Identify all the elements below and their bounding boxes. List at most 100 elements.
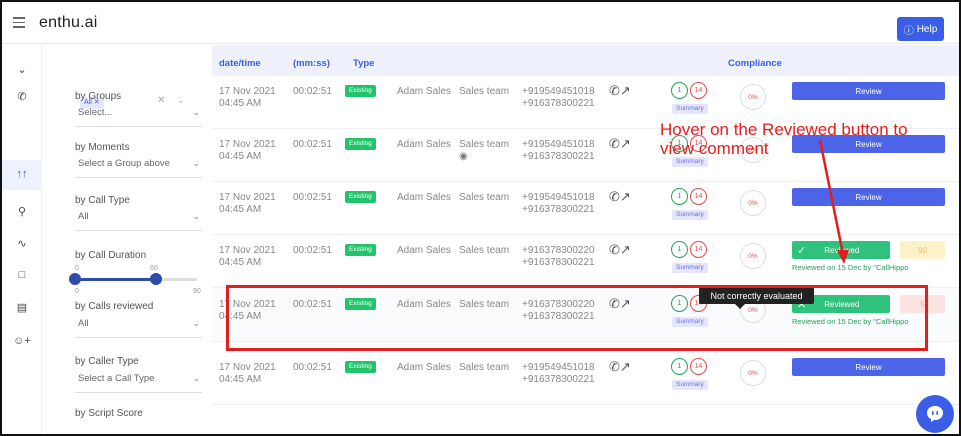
- groups-select-value: Select...: [78, 107, 113, 118]
- outgoing-call-icon[interactable]: ✆↗: [609, 83, 631, 99]
- phone-icon[interactable]: ✆: [2, 90, 42, 103]
- table-row[interactable]: 17 Nov 2021 04:45 AM 00:02:51 Existing A…: [212, 235, 959, 288]
- call-duration: 00:02:51: [293, 245, 332, 256]
- calls-reviewed-label: by Calls reviewed: [75, 301, 154, 312]
- calls-reviewed-select[interactable]: All ⌄: [75, 312, 202, 338]
- brand-logo: enthu.ai: [39, 14, 98, 31]
- agent-name: Adam Sales: [397, 245, 451, 256]
- status-badge: Existing: [345, 138, 376, 150]
- agent-name: Adam Sales: [397, 362, 451, 373]
- duration-tick-mid: 60: [150, 265, 158, 272]
- table-row[interactable]: 17 Nov 2021 04:45 AM 00:02:51 Existing A…: [212, 182, 959, 235]
- reviewed-button-label: Reviewed: [824, 245, 860, 255]
- caller-type-label: by Caller Type: [75, 356, 139, 367]
- summary-link[interactable]: Summary: [672, 380, 708, 390]
- summary-link[interactable]: Summary: [672, 104, 708, 114]
- collapse-chevron-icon[interactable]: ⌄: [2, 63, 42, 76]
- caller-type-select-value: Select a Call Type: [78, 373, 155, 384]
- phone-number-to: +916378300221: [522, 204, 595, 215]
- agent-name: Adam Sales: [397, 192, 451, 203]
- calls-reviewed-select-value: All: [78, 318, 89, 329]
- chevron-down-icon: ⌄: [192, 158, 200, 168]
- team-name: Sales team: [459, 245, 510, 256]
- reviewed-button[interactable]: ✓ Reviewed: [792, 241, 890, 259]
- analytics-icon[interactable]: ↑↑: [2, 168, 42, 180]
- call-time: 04:45 AM: [219, 204, 262, 215]
- moments-select[interactable]: Select a Group above ⌄: [75, 152, 202, 178]
- caller-type-select[interactable]: Select a Call Type ⌄: [75, 367, 202, 393]
- call-duration: 00:02:51: [293, 86, 332, 97]
- call-time: 04:45 AM: [219, 98, 262, 109]
- outgoing-call-icon[interactable]: ✆↗: [609, 136, 631, 152]
- icon-sidebar: ⌄ ✆ ↑↑ ⚲ ∿ □ ▤ ☺+: [2, 45, 42, 434]
- moments-select-value: Select a Group above: [78, 158, 170, 169]
- document-icon[interactable]: ▤: [2, 301, 42, 314]
- review-button[interactable]: Review: [792, 188, 945, 206]
- team-name: Sales team: [459, 192, 510, 203]
- monitor-icon[interactable]: □: [2, 269, 42, 281]
- call-time: 04:45 AM: [219, 257, 262, 268]
- search-icon[interactable]: ⚲: [2, 205, 42, 218]
- reviewed-note: Reviewed on 15 Dec by "CallHippo: [792, 263, 909, 272]
- chevron-down-icon: ⌄: [192, 373, 200, 383]
- summary-link[interactable]: Summary: [672, 263, 708, 273]
- review-button-label: Review: [855, 192, 882, 202]
- header-type[interactable]: Type: [353, 58, 374, 69]
- negative-moments-count: 14: [690, 188, 707, 205]
- app-window: enthu.ai ⓘ Help ⌄ ✆ ↑↑ ⚲ ∿ □ ▤ ☺+ All ✕ …: [0, 0, 961, 436]
- help-icon: ⓘ: [903, 25, 914, 37]
- duration-tick-start: 0: [75, 288, 79, 295]
- chat-widget-button[interactable]: [916, 395, 954, 433]
- positive-moments-count: 1: [671, 358, 688, 375]
- chevron-down-icon: ⌄: [192, 318, 200, 328]
- activity-icon[interactable]: ∿: [2, 237, 42, 250]
- table-row[interactable]: 17 Nov 2021 04:45 AM 00:02:51 Existing A…: [212, 352, 959, 405]
- call-type-select[interactable]: All ⌄: [75, 205, 202, 231]
- phone-number-to: +916378300221: [522, 98, 595, 109]
- call-time: 04:45 AM: [219, 374, 262, 385]
- compliance-percent: 0%: [740, 360, 766, 386]
- calls-table: date/time (mm:ss) Type Compliance 17 Nov…: [212, 45, 959, 434]
- positive-moments-count: 1: [671, 241, 688, 258]
- duration-slider-fill: [75, 278, 157, 281]
- status-badge: Existing: [345, 191, 376, 203]
- menu-icon[interactable]: [13, 17, 25, 28]
- status-badge: Existing: [345, 361, 376, 373]
- review-button[interactable]: Review: [792, 82, 945, 100]
- header-duration[interactable]: (mm:ss): [293, 58, 330, 69]
- status-badge: Existing: [345, 244, 376, 256]
- add-user-icon[interactable]: ☺+: [2, 335, 42, 347]
- review-button-label: Review: [855, 362, 882, 372]
- groups-select[interactable]: Select... ⌄: [75, 101, 202, 127]
- team-name: Sales team: [459, 86, 510, 97]
- chevron-down-icon: ⌄: [192, 211, 200, 221]
- agent-name: Adam Sales: [397, 86, 451, 97]
- call-duration: 00:02:51: [293, 192, 332, 203]
- chevron-down-icon: ⌄: [192, 107, 200, 117]
- positive-moments-count: 1: [671, 82, 688, 99]
- duration-tick-end: 90: [193, 288, 201, 295]
- outgoing-call-icon[interactable]: ✆↗: [609, 189, 631, 205]
- summary-link[interactable]: Summary: [672, 157, 708, 167]
- phone-number-to: +916378300221: [522, 374, 595, 385]
- review-score: 90: [900, 241, 945, 259]
- summary-link[interactable]: Summary: [672, 210, 708, 220]
- negative-moments-count: 14: [690, 241, 707, 258]
- duration-slider-handle-max[interactable]: [150, 273, 163, 285]
- header-compliance[interactable]: Compliance: [728, 58, 782, 69]
- script-score-label: by Script Score: [75, 408, 143, 419]
- help-label: Help: [916, 23, 938, 35]
- phone-number-to: +916378300221: [522, 151, 595, 162]
- annotation-text: Hover on the Reviewed button to view com…: [660, 120, 908, 158]
- help-button[interactable]: ⓘ Help: [897, 17, 944, 41]
- filter-panel: All ✕ ✕ ⌄ by Groups Select... ⌄ by Moment…: [42, 45, 212, 434]
- outgoing-call-icon[interactable]: ✆↗: [609, 359, 631, 375]
- duration-slider-handle-min[interactable]: [69, 273, 81, 285]
- negative-moments-count: 14: [690, 82, 707, 99]
- outgoing-call-icon[interactable]: ✆↗: [609, 242, 631, 258]
- header-datetime[interactable]: date/time: [219, 58, 261, 69]
- call-duration: 00:02:51: [293, 362, 332, 373]
- phone-number-to: +916378300221: [522, 257, 595, 268]
- eye-icon[interactable]: ◉: [459, 150, 468, 163]
- review-button[interactable]: Review: [792, 358, 945, 376]
